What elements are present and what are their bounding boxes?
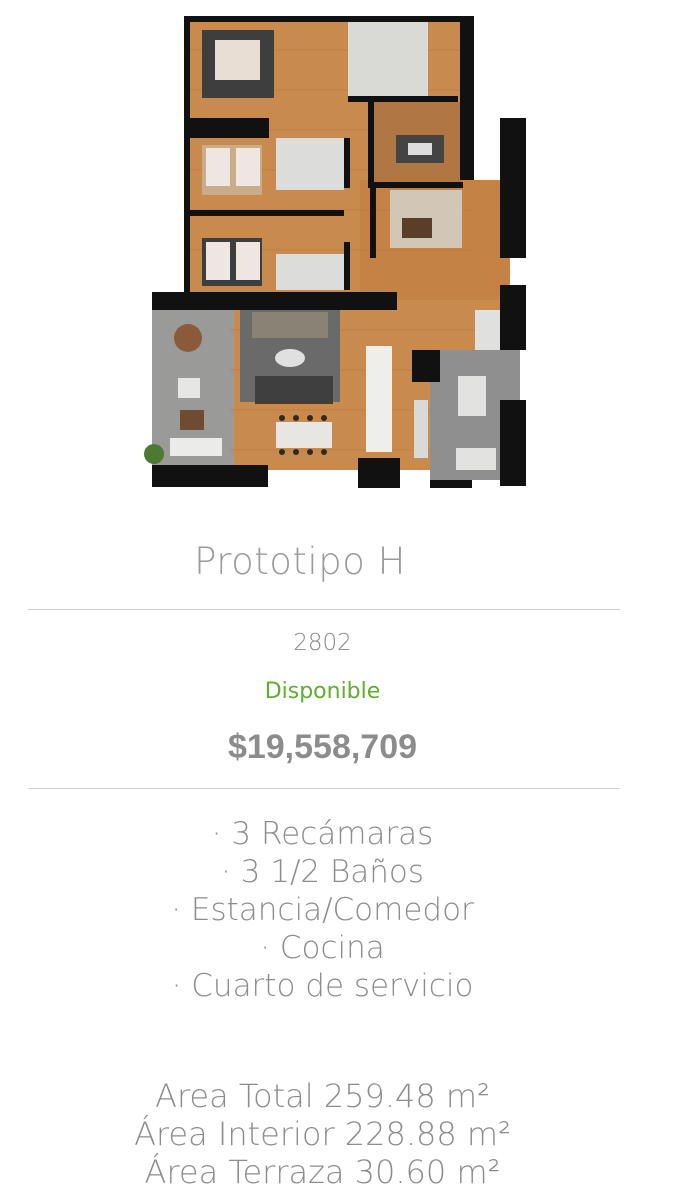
prototype-title: Prototipo H bbox=[194, 540, 406, 583]
feature-living-dining: · Estancia/Comedor bbox=[171, 892, 474, 928]
floor-plan-image bbox=[140, 10, 535, 490]
availability-status: Disponible bbox=[264, 679, 381, 704]
area-interior: Área Interior 228.88 m² bbox=[134, 1115, 511, 1153]
feature-bedrooms: · 3 Recámaras bbox=[211, 816, 434, 852]
area-total: Area Total 259.48 m² bbox=[155, 1077, 490, 1115]
feature-kitchen: · Cocina bbox=[260, 930, 385, 966]
price: $19,558,709 bbox=[227, 728, 418, 766]
unit-number: 2802 bbox=[293, 630, 352, 656]
feature-service-room: · Cuarto de servicio bbox=[171, 968, 474, 1004]
property-detail-page: Prototipo H 2802 Disponible $19,558,709 … bbox=[0, 0, 675, 1200]
areas-block: Area Total 259.48 m² Área Interior 228.8… bbox=[0, 1077, 645, 1191]
features-list: · 3 Recámaras · 3 1/2 Baños · Estancia/C… bbox=[0, 815, 645, 1005]
area-terrace: Área Terraza 30.60 m² bbox=[144, 1153, 501, 1191]
divider bbox=[28, 788, 620, 789]
feature-bathrooms: · 3 1/2 Baños bbox=[220, 854, 425, 890]
divider bbox=[28, 609, 620, 610]
